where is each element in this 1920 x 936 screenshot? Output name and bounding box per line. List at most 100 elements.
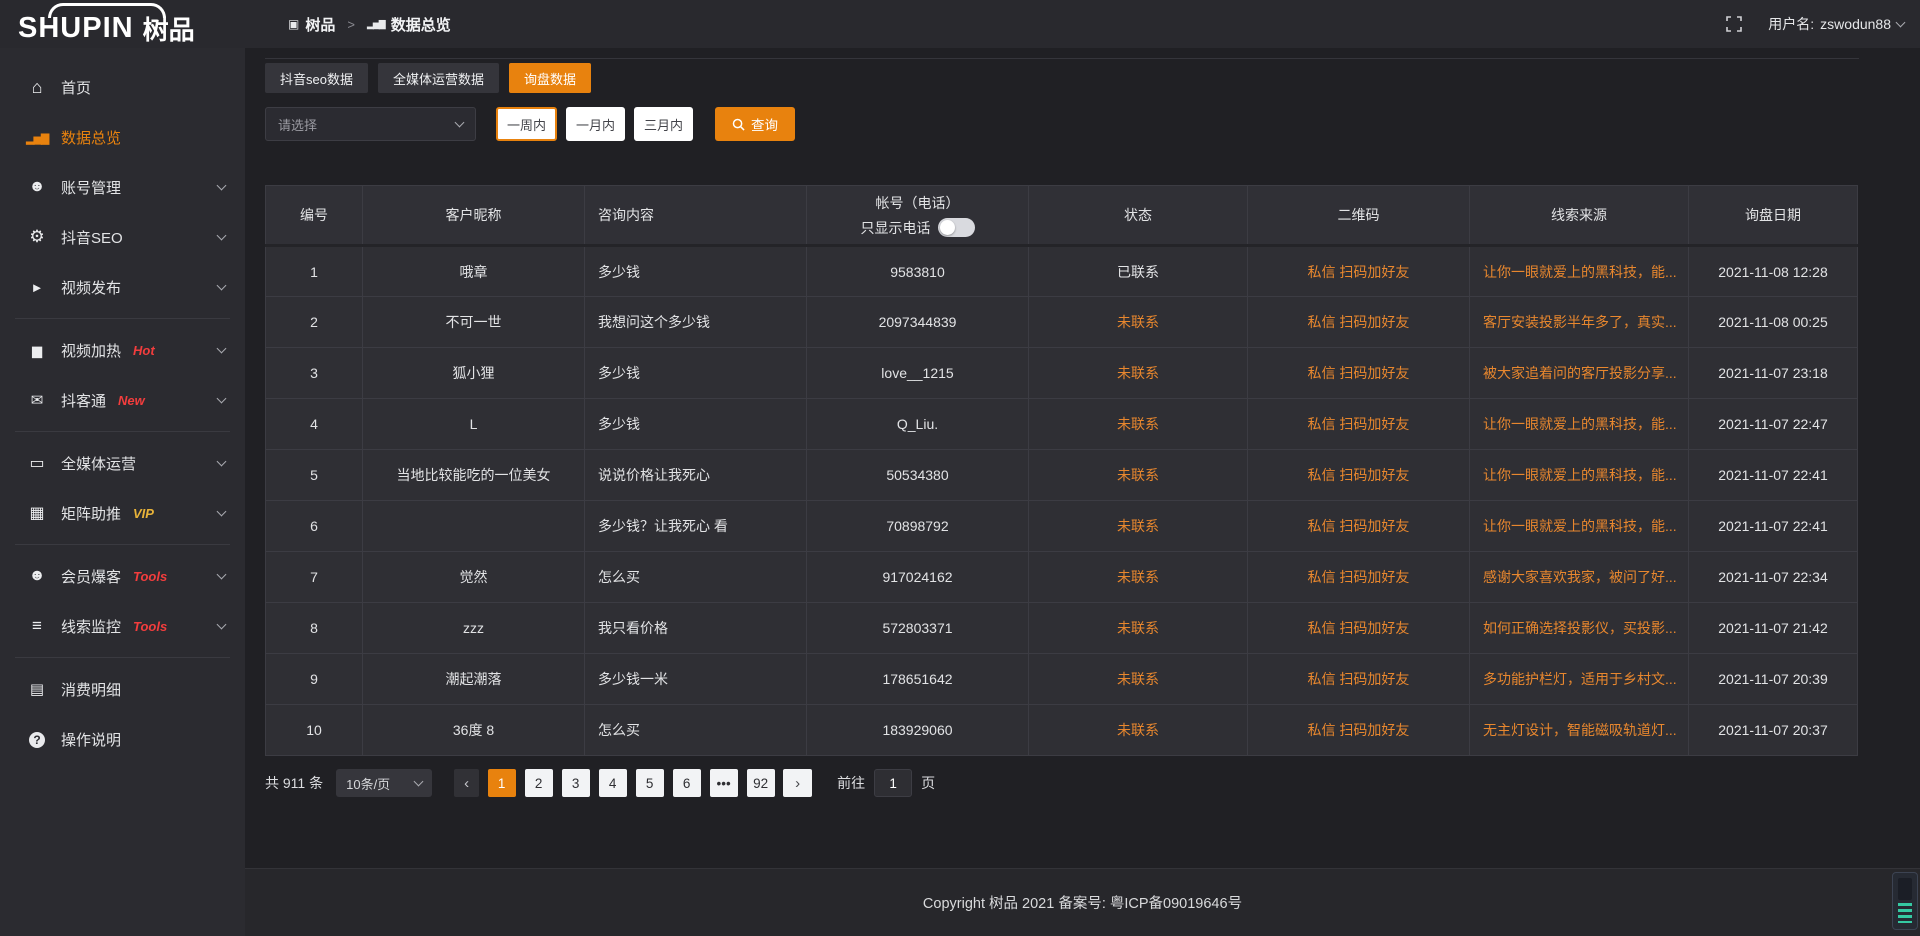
source-link[interactable]: 客厅安装投影半年多了，真实...: [1483, 314, 1677, 330]
data-tab[interactable]: 询盘数据: [509, 63, 591, 93]
data-tabs: 抖音seo数据 全媒体运营数据 询盘数据: [265, 63, 1920, 93]
table-row: 4 L 多少钱 Q_Liu. 未联系 私信 扫码加好友 让你一眼就爱上的黑科技，…: [266, 399, 1858, 450]
sidebar-item[interactable]: 视频发布: [0, 262, 245, 312]
cell-nickname: [363, 501, 585, 552]
qrcode-link[interactable]: 私信 扫码加好友: [1308, 569, 1410, 585]
fullscreen-icon[interactable]: [1726, 16, 1742, 32]
cell-account: 917024162: [807, 552, 1029, 603]
cell-status: 未联系: [1029, 297, 1248, 348]
page-size-select[interactable]: 10条/页: [336, 769, 432, 797]
cell-content: 多少钱一米: [585, 654, 807, 705]
account-select[interactable]: 请选择: [265, 107, 476, 141]
sidebar-item[interactable]: 矩阵助推 VIP: [0, 488, 245, 538]
prev-page-button[interactable]: ‹: [454, 769, 479, 797]
cell-id: 5: [266, 450, 363, 501]
chevron-down-icon: [1896, 18, 1906, 28]
qrcode-link[interactable]: 私信 扫码加好友: [1308, 467, 1410, 483]
source-link[interactable]: 让你一眼就爱上的黑科技，能...: [1483, 467, 1677, 483]
sidebar-item[interactable]: 线索监控 Tools: [0, 601, 245, 651]
floating-widget[interactable]: [1892, 872, 1918, 930]
search-icon: [732, 118, 745, 131]
cell-status: 未联系: [1029, 399, 1248, 450]
source-link[interactable]: 让你一眼就爱上的黑科技，能...: [1483, 518, 1677, 534]
next-page-button[interactable]: ›: [783, 769, 812, 797]
source-link[interactable]: 无主灯设计，智能磁吸轨道灯...: [1483, 722, 1677, 738]
cell-date: 2021-11-07 22:34: [1689, 552, 1858, 603]
source-link[interactable]: 多功能护栏灯，适用于乡村文...: [1483, 671, 1677, 687]
cell-date: 2021-11-07 20:37: [1689, 705, 1858, 756]
header-qrcode: 二维码: [1248, 186, 1470, 246]
person-icon: [26, 567, 48, 585]
sidebar-item[interactable]: 会员爆客 Tools: [0, 551, 245, 601]
sidebar-item-label: 首页: [61, 77, 91, 98]
cell-date: 2021-11-07 22:41: [1689, 501, 1858, 552]
query-label: 查询: [751, 114, 778, 134]
page-button[interactable]: 5: [636, 769, 664, 797]
topbar-right: 用户名: zswodun88: [1726, 14, 1920, 34]
page-button[interactable]: •••: [710, 769, 738, 797]
page-buttons: 1 2 3 4 5 6 ••• 92: [483, 769, 779, 797]
phone-only-toggle[interactable]: [938, 218, 975, 237]
qrcode-link[interactable]: 私信 扫码加好友: [1308, 671, 1410, 687]
qrcode-link[interactable]: 私信 扫码加好友: [1308, 416, 1410, 432]
source-link[interactable]: 让你一眼就爱上的黑科技，能...: [1483, 264, 1677, 280]
goto-page-input[interactable]: [874, 769, 912, 797]
user-icon: [26, 178, 48, 196]
cell-status: 已联系: [1029, 246, 1248, 297]
gear-icon: [26, 227, 48, 247]
qrcode-link[interactable]: 私信 扫码加好友: [1308, 365, 1410, 381]
period-button[interactable]: 一周内: [496, 107, 557, 141]
sidebar-item[interactable]: 操作说明: [0, 714, 245, 764]
sidebar-item[interactable]: 抖客通 New: [0, 375, 245, 425]
source-link[interactable]: 感谢大家喜欢我家，被问了好...: [1483, 569, 1677, 585]
chevron-down-icon: [414, 777, 424, 787]
footer: Copyright 树品 2021 备案号: 粤ICP备09019646号: [245, 868, 1920, 936]
period-button[interactable]: 一月内: [566, 107, 625, 141]
page-button[interactable]: 4: [599, 769, 627, 797]
cell-date: 2021-11-07 22:41: [1689, 450, 1858, 501]
qrcode-link[interactable]: 私信 扫码加好友: [1308, 264, 1410, 280]
sidebar-item[interactable]: 消费明细: [0, 664, 245, 714]
query-button[interactable]: 查询: [715, 107, 795, 141]
chevron-down-icon: [217, 344, 227, 354]
cell-date: 2021-11-07 22:47: [1689, 399, 1858, 450]
inquiry-table: 编号 客户昵称 咨询内容 帐号（电话） 只显示电话 状态 二维码 线索来源 询盘…: [265, 185, 1858, 756]
qrcode-link[interactable]: 私信 扫码加好友: [1308, 518, 1410, 534]
cell-content: 多少钱: [585, 246, 807, 297]
home-icon: [26, 77, 48, 98]
cell-status: 未联系: [1029, 348, 1248, 399]
data-tab[interactable]: 全媒体运营数据: [378, 63, 499, 93]
source-link[interactable]: 被大家追着问的客厅投影分享...: [1483, 365, 1677, 381]
breadcrumb-item-current[interactable]: ▂▅▇ 数据总览: [367, 14, 451, 35]
sidebar-item-badge: Tools: [133, 569, 167, 584]
user-menu[interactable]: 用户名: zswodun88: [1768, 14, 1904, 34]
filter-row: 请选择 一周内 一月内 三月内 查询: [265, 107, 1920, 141]
sidebar-item[interactable]: 账号管理: [0, 162, 245, 212]
cell-account: 2097344839: [807, 297, 1029, 348]
period-button[interactable]: 三月内: [634, 107, 693, 141]
sidebar-item[interactable]: 首页: [0, 62, 245, 112]
cell-nickname: 不可一世: [363, 297, 585, 348]
header-status: 状态: [1029, 186, 1248, 246]
sidebar-item[interactable]: 数据总览: [0, 112, 245, 162]
sidebar-item[interactable]: 抖音SEO: [0, 212, 245, 262]
qrcode-link[interactable]: 私信 扫码加好友: [1308, 314, 1410, 330]
source-link[interactable]: 让你一眼就爱上的黑科技，能...: [1483, 416, 1677, 432]
data-tab[interactable]: 抖音seo数据: [265, 63, 368, 93]
table-row: 7 觉然 怎么买 917024162 未联系 私信 扫码加好友 感谢大家喜欢我家…: [266, 552, 1858, 603]
page-button[interactable]: 6: [673, 769, 701, 797]
cell-account: 50534380: [807, 450, 1029, 501]
page-button[interactable]: 92: [747, 769, 775, 797]
qrcode-link[interactable]: 私信 扫码加好友: [1308, 620, 1410, 636]
qrcode-link[interactable]: 私信 扫码加好友: [1308, 722, 1410, 738]
chevron-down-icon: [217, 181, 227, 191]
source-link[interactable]: 如何正确选择投影仪，买投影...: [1483, 620, 1677, 636]
page-button[interactable]: 3: [562, 769, 590, 797]
sidebar-item[interactable]: 全媒体运营: [0, 438, 245, 488]
page-button[interactable]: 2: [525, 769, 553, 797]
sidebar-item[interactable]: 视频加热 Hot: [0, 325, 245, 375]
page-button[interactable]: 1: [488, 769, 516, 797]
breadcrumb-item-home[interactable]: ▣ 树品: [288, 14, 335, 35]
cell-status: 未联系: [1029, 450, 1248, 501]
sidebar-item-label: 全媒体运营: [61, 453, 136, 474]
